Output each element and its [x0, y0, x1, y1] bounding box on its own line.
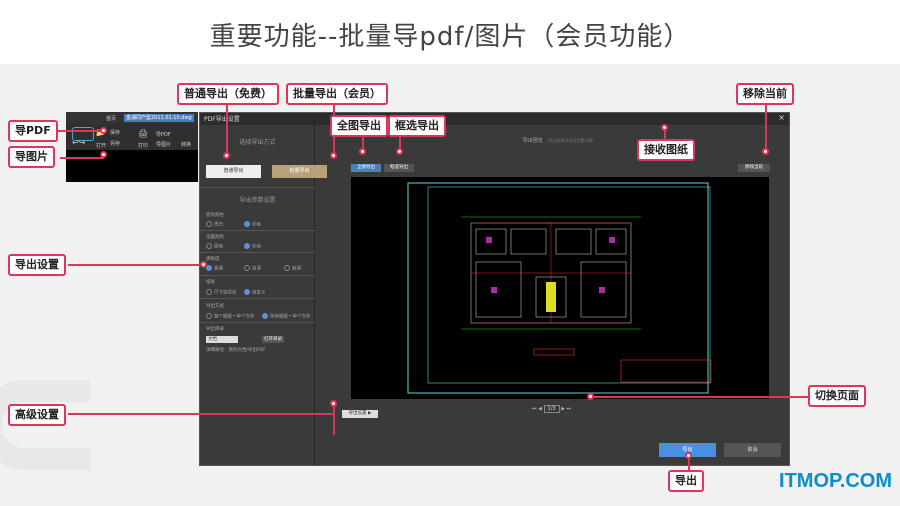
save-as-button[interactable]: 另存	[110, 140, 120, 147]
open-dir-button[interactable]: 打开目录	[262, 336, 284, 343]
printer-icon[interactable]: 🖨	[138, 129, 148, 138]
callout-remove-current: 移除当前	[736, 83, 794, 105]
preview-hint: （导出结果以导出设置为准）	[544, 138, 597, 143]
dir-label: 导出目录	[206, 327, 224, 332]
radio-quality-normal[interactable]: 普通	[206, 265, 223, 272]
callout-to-pdf: 导PDF	[8, 120, 58, 142]
page-title: 重要功能--批量导pdf/图片（会员功能）	[209, 22, 691, 52]
callout-line	[68, 264, 203, 266]
callout-dot	[100, 151, 107, 158]
close-icon[interactable]: ×	[778, 113, 785, 122]
radio-layout-color[interactable]: 彩色	[244, 243, 261, 250]
frame-export-button[interactable]: 框选导出	[384, 164, 414, 172]
quality-label: 清晰度	[206, 257, 220, 262]
full-export-button[interactable]: 全图导出	[351, 164, 381, 172]
undo-redo-icon[interactable]: ↩↪	[72, 138, 85, 147]
callout-export-settings: 导出设置	[8, 254, 66, 276]
select-mode-heading: 选择导出方式	[239, 139, 276, 146]
to-pdf-button[interactable]: 导PDF	[156, 131, 171, 138]
remove-current-button[interactable]: 移除当前	[738, 164, 770, 172]
divider	[200, 298, 315, 299]
callout-line	[54, 130, 104, 132]
radio-mode-each[interactable]: 每个图纸一单个文件	[206, 313, 255, 320]
radio-layout-orig[interactable]: 原色	[206, 243, 223, 250]
callout-line	[590, 396, 810, 398]
callout-frame-export: 框选导出	[388, 115, 446, 137]
divider	[200, 230, 315, 231]
radio-bg-black[interactable]: 黑白	[206, 221, 223, 228]
callout-full-export: 全图导出	[330, 115, 388, 137]
dialog-title: PDF导出设置	[204, 116, 240, 123]
divider	[200, 322, 315, 323]
export-params-heading: 导出参数设置	[239, 197, 276, 204]
paper-label: 纸张	[206, 280, 215, 285]
page-indicator: 1/3	[543, 405, 560, 413]
radio-quality-super[interactable]: 超清	[284, 265, 301, 272]
callout-dot	[587, 393, 594, 400]
path-text: 详细路径：我的文档/导出PDF	[206, 348, 266, 353]
batch-export-button[interactable]: 批量导出	[272, 165, 327, 178]
preview-heading: 导出预览	[522, 138, 543, 144]
app-canvas	[66, 150, 198, 182]
save-button[interactable]: 保存	[110, 129, 120, 136]
callout-line	[60, 157, 104, 159]
tab-file[interactable]: 金湖同产型2011.01.10.dwg	[124, 114, 194, 122]
callout-dot	[762, 148, 769, 155]
callout-dot	[223, 152, 230, 159]
pager[interactable]: ⏮ ◀ 1/3 ▶ ⏭	[532, 405, 571, 413]
convert-button[interactable]: 转换	[181, 141, 191, 148]
divider	[200, 252, 315, 253]
radio-size-auto[interactable]: 尺寸自适应	[206, 289, 237, 296]
callout-dot	[330, 400, 337, 407]
divider	[200, 187, 315, 188]
advanced-settings-button[interactable]: 导出设置 ▶	[342, 410, 378, 418]
callout-batch-export: 批量导出（会员）	[286, 83, 388, 105]
to-image-button[interactable]: 导图片	[156, 141, 171, 148]
dir-select[interactable]: 文档	[206, 336, 238, 343]
callout-advanced: 高级设置	[8, 404, 66, 426]
file-mode-label: 导出方式	[206, 304, 224, 309]
bg-color-label: 底纹颜色	[206, 213, 224, 218]
callout-switch-page: 切换页面	[808, 385, 866, 407]
dialog-titlebar: PDF导出设置 ×	[200, 113, 789, 125]
layout-color-label: 设置颜色	[206, 235, 224, 240]
callout-dot	[330, 152, 337, 159]
tab-home[interactable]: 首页	[106, 115, 116, 122]
callout-normal-export: 普通导出（免费）	[177, 83, 279, 105]
open-button[interactable]: 打开	[96, 142, 106, 149]
callout-dot	[200, 261, 207, 268]
callout-dot	[359, 148, 366, 155]
cad-drawing	[407, 182, 712, 394]
callout-line	[226, 104, 228, 156]
preview-pane: 导出预览 （导出结果以导出设置为准） 全图导出 框选导出 移除当前 ⏮ ◀ 1/…	[332, 125, 787, 465]
radio-size-custom[interactable]: 自定义	[244, 289, 266, 296]
site-logo: ITMOP.COM	[779, 470, 892, 492]
drawing-preview[interactable]	[351, 177, 769, 399]
callout-dot	[661, 124, 668, 131]
normal-export-button[interactable]: 普通导出	[206, 165, 261, 178]
callout-dot	[100, 127, 107, 134]
cancel-button[interactable]: 取消	[724, 443, 781, 457]
callout-line	[68, 413, 334, 415]
app-tabbar: 首页 金湖同产型2011.01.10.dwg	[66, 112, 198, 124]
callout-dot	[685, 452, 692, 459]
callout-export: 导出	[668, 470, 704, 492]
radio-mode-all[interactable]: 所有图纸一单个文件	[262, 313, 311, 320]
next-page-icon[interactable]: ▶ ⏭	[561, 406, 571, 412]
radio-quality-high[interactable]: 高清	[244, 265, 261, 272]
callout-line	[333, 403, 335, 435]
divider	[200, 275, 315, 276]
callout-line	[765, 104, 767, 152]
callout-dot	[396, 148, 403, 155]
callout-receive-drawing: 接收图纸	[637, 139, 695, 161]
callout-to-image: 导图片	[8, 146, 55, 168]
radio-bg-color[interactable]: 彩色	[244, 221, 261, 228]
print-button[interactable]: 打印	[138, 142, 148, 149]
first-page-icon[interactable]: ⏮ ◀	[532, 406, 542, 412]
